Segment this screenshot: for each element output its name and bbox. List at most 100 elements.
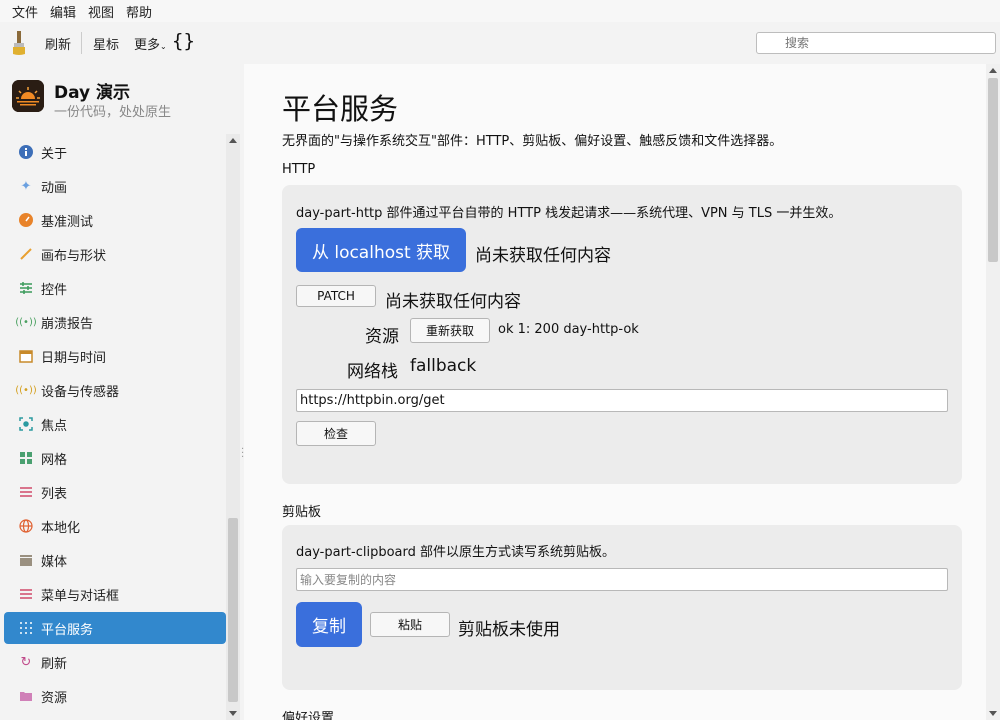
scroll-up-icon[interactable] [989,68,997,73]
scroll-down-icon[interactable] [229,711,237,716]
menu-edit[interactable]: 编辑 [44,2,82,21]
clipboard-status: 剪贴板未使用 [458,620,560,640]
star-button[interactable]: 星标 [93,34,119,53]
sidebar-item-datetime[interactable]: 日期与时间 [4,340,226,372]
clipboard-input[interactable]: 输入要复制的内容 [296,568,948,591]
sidebar-item-resources[interactable]: 资源 [4,680,226,712]
chevron-down-icon: ⌄ [160,42,167,51]
sidebar-item-label: 列表 [41,486,68,502]
sidebar-item-about[interactable]: 关于 [4,136,226,168]
sidebar-item-animation[interactable]: ✦ 动画 [4,170,226,202]
resource-label: 资源 [365,327,399,347]
sidebar-item-focus[interactable]: 焦点 [4,408,226,440]
folder-icon [18,688,34,704]
info-icon [18,144,34,160]
toolbar-divider [81,32,82,54]
http-card: day-part-http 部件通过平台自带的 HTTP 栈发起请求——系统代理… [282,185,962,484]
menu-icon [18,586,34,602]
signal-icon: ((•)) [15,316,37,328]
http-description: day-part-http 部件通过平台自带的 HTTP 栈发起请求——系统代理… [296,206,842,221]
sliders-icon [18,280,34,296]
sidebar-item-localization[interactable]: 本地化 [4,510,226,542]
refresh-button[interactable]: 刷新 [45,34,71,53]
sidebar-item-benchmark[interactable]: 基准测试 [4,204,226,236]
calendar-icon [18,348,34,364]
app-subtitle: 一份代码，处处原生 [54,105,172,120]
copy-button[interactable]: 复制 [296,602,362,647]
grid-icon [18,450,34,466]
sidebar-item-list[interactable]: 列表 [4,476,226,508]
sidebar-item-media[interactable]: 媒体 [4,544,226,576]
sidebar-item-crash[interactable]: ((•)) 崩溃报告 [4,306,226,338]
section-label-preferences: 偏好设置 [282,711,335,720]
sidebar-item-platform-services[interactable]: 平台服务 [4,612,226,644]
main-content: 平台服务 无界面的"与操作系统交互"部件：HTTP、剪贴板、偏好设置、触感反馈和… [244,64,986,720]
page-title: 平台服务 [282,92,399,126]
menu-file[interactable]: 文件 [6,2,44,21]
check-button[interactable]: 检查 [296,421,376,446]
menu-help[interactable]: 帮助 [120,2,158,21]
focus-icon [18,416,34,432]
braces-button[interactable]: {} [172,30,195,52]
sidebar-item-label: 关于 [41,146,68,162]
brush-icon [18,246,34,262]
patch-status: 尚未获取任何内容 [385,292,521,312]
sensor-icon: ((•)) [15,384,37,396]
scroll-down-icon[interactable] [989,711,997,716]
resource-status: ok 1: 200 day-http-ok [498,322,639,337]
toolbar: 刷新 星标 更多⌄ {} [0,22,1000,64]
globe-icon [18,518,34,534]
sidebar: Day 演示 一份代码，处处原生 关于 ✦ 动画 基准测试 画布与形状 控件 ((… [0,64,244,720]
sidebar-scroll-thumb[interactable] [228,518,238,702]
clapper-icon [18,552,34,568]
fetch-localhost-button[interactable]: 从 localhost 获取 [296,228,466,272]
sidebar-item-label: 本地化 [41,520,81,536]
section-label-clipboard: 剪贴板 [282,505,322,520]
stack-value: fallback [410,356,477,376]
clipboard-description: day-part-clipboard 部件以原生方式读写系统剪贴板。 [296,545,616,560]
scroll-up-icon[interactable] [229,138,237,143]
sidebar-scrollbar[interactable] [226,134,240,720]
sidebar-item-label: 动画 [41,180,68,196]
paste-button[interactable]: 粘贴 [370,612,450,637]
sidebar-item-label: 平台服务 [41,622,94,638]
sidebar-item-label: 焦点 [41,418,68,434]
sidebar-item-label: 控件 [41,282,68,298]
sidebar-item-label: 基准测试 [41,214,94,230]
clipboard-card: day-part-clipboard 部件以原生方式读写系统剪贴板。 输入要复制… [282,525,962,690]
sidebar-item-menus[interactable]: 菜单与对话框 [4,578,226,610]
sidebar-item-label: 资源 [41,690,68,706]
sparkle-icon: ✦ [20,178,32,194]
sunset-icon [12,80,44,112]
sidebar-item-controls[interactable]: 控件 [4,272,226,304]
main-scroll-thumb[interactable] [988,78,998,262]
sidebar-item-refresh[interactable]: ↻ 刷新 [4,646,226,678]
menu-view[interactable]: 视图 [82,2,120,21]
more-button[interactable]: 更多⌄ [134,34,167,53]
fetch-status: 尚未获取任何内容 [475,246,611,266]
sidebar-nav: 关于 ✦ 动画 基准测试 画布与形状 控件 ((•)) 崩溃报告 日期与时间 ((•… [4,136,226,714]
sidebar-item-canvas[interactable]: 画布与形状 [4,238,226,270]
sidebar-item-label: 刷新 [41,656,68,672]
sidebar-item-label: 设备与传感器 [41,384,120,400]
app-logo [12,80,44,112]
refresh-icon: ↻ [20,654,32,670]
paintbrush-icon[interactable] [10,30,28,56]
app-name: Day 演示 [54,83,131,103]
sidebar-item-label: 菜单与对话框 [41,588,120,604]
refetch-button[interactable]: 重新获取 [410,318,490,343]
section-label-http: HTTP [282,162,316,177]
sidebar-item-grid[interactable]: 网格 [4,442,226,474]
main-scrollbar[interactable] [986,64,1000,720]
stack-label: 网络栈 [347,362,398,382]
sidebar-item-label: 网格 [41,452,68,468]
url-input[interactable]: https://httpbin.org/get [296,389,948,412]
search-input[interactable] [756,32,996,54]
sidebar-item-devices[interactable]: ((•)) 设备与传感器 [4,374,226,406]
menu-bar: 文件 编辑 视图 帮助 [0,0,1000,22]
list-icon [18,484,34,500]
sidebar-item-label: 日期与时间 [41,350,107,366]
sidebar-item-label: 媒体 [41,554,68,570]
patch-button[interactable]: PATCH [296,285,376,307]
more-label: 更多 [134,38,161,53]
